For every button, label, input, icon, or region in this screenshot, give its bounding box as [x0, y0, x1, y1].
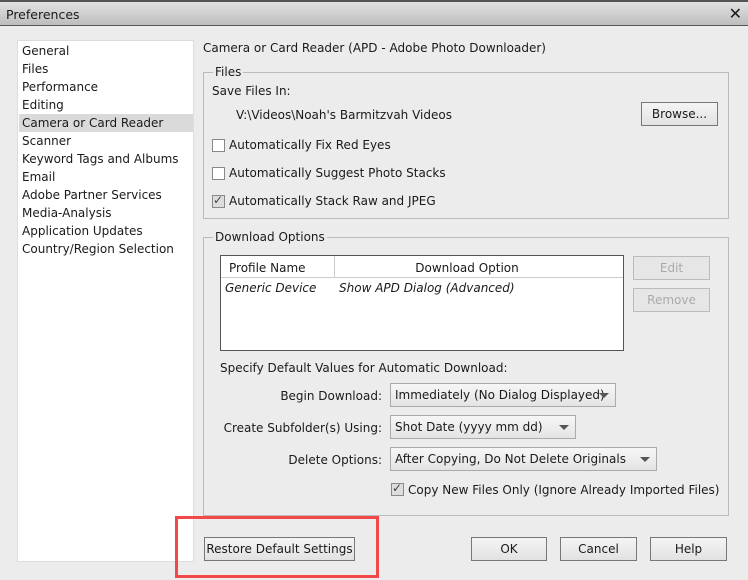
profile-table: Profile Name Download Option Generic Dev…: [220, 255, 624, 351]
begin-download-value: Immediately (No Dialog Displayed): [395, 388, 605, 402]
download-legend: Download Options: [213, 230, 327, 244]
copy-new-files-label: Copy New Files Only (Ignore Already Impo…: [408, 483, 720, 497]
sidebar-item[interactable]: Performance: [19, 78, 193, 96]
sidebar-item[interactable]: Media-Analysis: [19, 204, 193, 222]
restore-defaults-button[interactable]: Restore Default Settings: [204, 537, 355, 561]
checkbox[interactable]: [212, 167, 225, 180]
chevron-down-icon: [559, 425, 569, 430]
sidebar-item[interactable]: Keyword Tags and Albums: [19, 150, 193, 168]
begin-download-select[interactable]: Immediately (No Dialog Displayed): [390, 383, 616, 407]
sidebar-item[interactable]: Editing: [19, 96, 193, 114]
sidebar-item[interactable]: Adobe Partner Services: [19, 186, 193, 204]
sidebar-item[interactable]: Application Updates: [19, 222, 193, 240]
sidebar-item[interactable]: General: [19, 42, 193, 60]
sidebar-item[interactable]: Files: [19, 60, 193, 78]
checkbox[interactable]: [212, 139, 225, 152]
sidebar-item[interactable]: Country/Region Selection: [19, 240, 193, 258]
sidebar-item[interactable]: Camera or Card Reader: [19, 114, 193, 132]
help-button[interactable]: Help: [650, 537, 727, 561]
delete-options-select[interactable]: After Copying, Do Not Delete Originals: [390, 447, 657, 471]
chevron-down-icon: [640, 457, 650, 462]
delete-options-value: After Copying, Do Not Delete Originals: [395, 452, 626, 466]
table-row[interactable]: Generic Device Show APD Dialog (Advanced…: [221, 278, 623, 298]
copy-new-files-checkbox[interactable]: [391, 481, 404, 496]
begin-download-label: Begin Download:: [280, 389, 382, 403]
page-heading: Camera or Card Reader (APD - Adobe Photo…: [203, 41, 546, 55]
ok-button[interactable]: OK: [471, 537, 547, 561]
files-legend: Files: [213, 65, 244, 79]
column-download-option: Download Option: [415, 261, 519, 275]
option-cell: Show APD Dialog (Advanced): [339, 281, 515, 295]
title-bar: Preferences ✕: [0, 0, 748, 26]
close-icon[interactable]: ✕: [729, 4, 742, 23]
profile-cell: Generic Device: [225, 281, 317, 295]
specify-label: Specify Default Values for Automatic Dow…: [220, 361, 508, 375]
subfolder-label: Create Subfolder(s) Using:: [223, 421, 382, 435]
subfolder-value: Shot Date (yyyy mm dd): [395, 420, 543, 434]
cancel-button[interactable]: Cancel: [560, 537, 637, 561]
remove-button[interactable]: Remove: [633, 288, 710, 312]
checkbox-label: Automatically Suggest Photo Stacks: [229, 166, 446, 180]
column-profile-name: Profile Name: [229, 261, 306, 275]
sidebar-item[interactable]: Email: [19, 168, 193, 186]
checkbox-label: Automatically Stack Raw and JPEG: [229, 194, 436, 208]
subfolder-select[interactable]: Shot Date (yyyy mm dd): [390, 415, 576, 439]
edit-button[interactable]: Edit: [633, 256, 710, 280]
checkbox-label: Automatically Fix Red Eyes: [229, 138, 391, 152]
save-path: V:\Videos\Noah's Barmitzvah Videos: [236, 108, 452, 122]
window-title: Preferences: [6, 7, 80, 22]
checkbox[interactable]: [212, 193, 225, 208]
delete-options-label: Delete Options:: [288, 453, 382, 467]
save-files-label: Save Files In:: [212, 84, 291, 98]
chevron-down-icon: [599, 393, 609, 398]
sidebar-item[interactable]: Scanner: [19, 132, 193, 150]
browse-button[interactable]: Browse...: [641, 102, 718, 126]
category-list: General Files Performance Editing Camera or …: [17, 40, 194, 562]
